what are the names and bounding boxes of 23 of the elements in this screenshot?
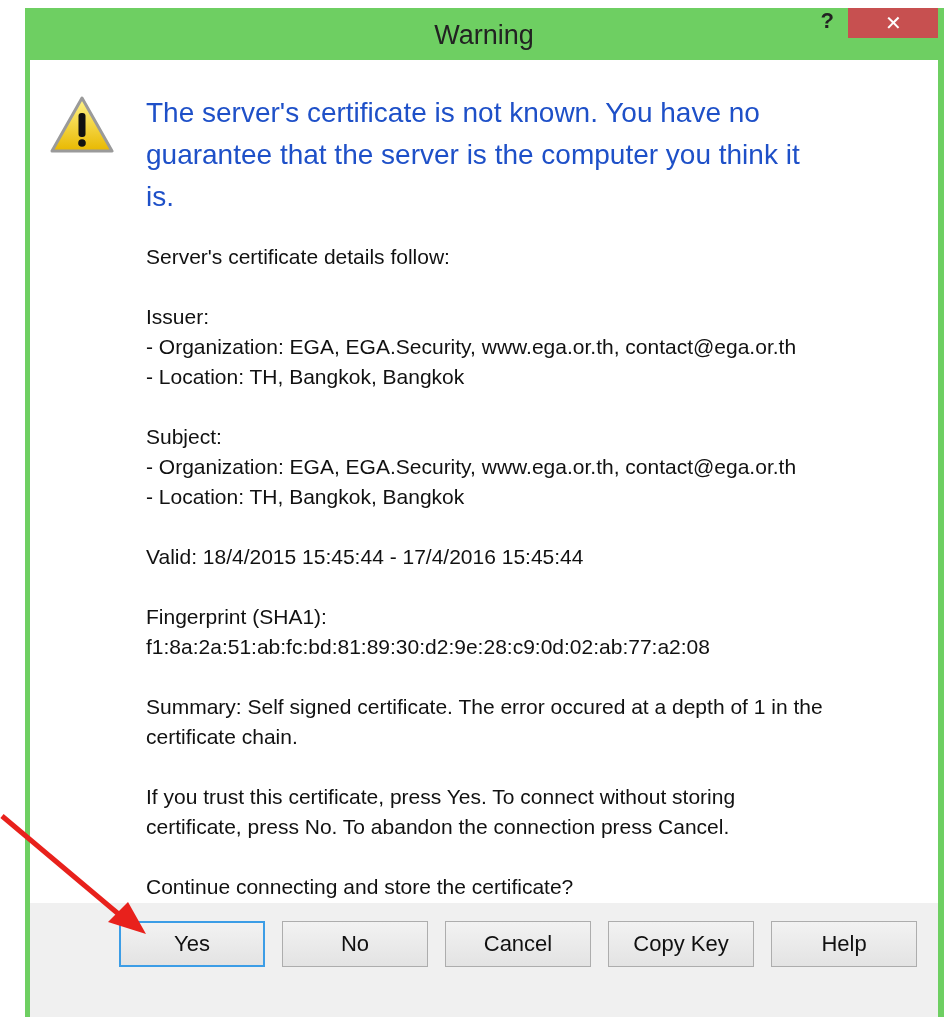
dialog-button[interactable]: Help xyxy=(771,921,917,967)
message-text: If you trust this certificate, press Yes. To connect without storing certificate, press No. To abandon the connection press Cancel. xyxy=(146,784,737,840)
message-text: f1:8a:2a:51:ab:fc:bd:81:89:30:d2:9e:28:c9:0d:02:ab:77:a2:08 xyxy=(146,634,711,660)
message-text: - Location: TH, Bangkok, Bangkok xyxy=(146,364,466,390)
message-text: - Location: TH, Bangkok, Bangkok xyxy=(146,484,466,510)
message-text: Issuer: xyxy=(146,304,211,330)
dialog-button[interactable]: Cancel xyxy=(445,921,591,967)
message-text: Fingerprint (SHA1): xyxy=(146,604,328,630)
message-text: - Organization: EGA, EGA.Security, www.ega.or.th, contact@ega.or.th xyxy=(146,334,798,360)
dialog-button[interactable]: Yes xyxy=(119,921,265,967)
message-text: Summary: Self signed certificate. The error occured at a depth of 1 in the certificate chain. xyxy=(146,694,824,750)
warning-heading: The server's certificate is not known. You have no guarantee that the server is the computer you think it is. xyxy=(146,96,801,214)
message-text: - Organization: EGA, EGA.Security, www.ega.or.th, contact@ega.or.th xyxy=(146,454,798,480)
dialog-button[interactable]: No xyxy=(282,921,428,967)
help-button[interactable]: ? xyxy=(820,8,834,34)
message-text: Continue connecting and store the certificate? xyxy=(146,874,575,900)
message-text: Subject: xyxy=(146,424,223,450)
window-title: Warning xyxy=(434,18,534,51)
dialog-button[interactable]: Copy Key xyxy=(608,921,754,967)
close-button[interactable]: ✕ xyxy=(848,8,938,38)
message-text: Valid: 18/4/2015 15:45:44 - 17/4/2016 15:45:44 xyxy=(146,544,585,570)
message-text: Server's certificate details follow: xyxy=(146,244,451,270)
warning-icon xyxy=(50,96,114,154)
